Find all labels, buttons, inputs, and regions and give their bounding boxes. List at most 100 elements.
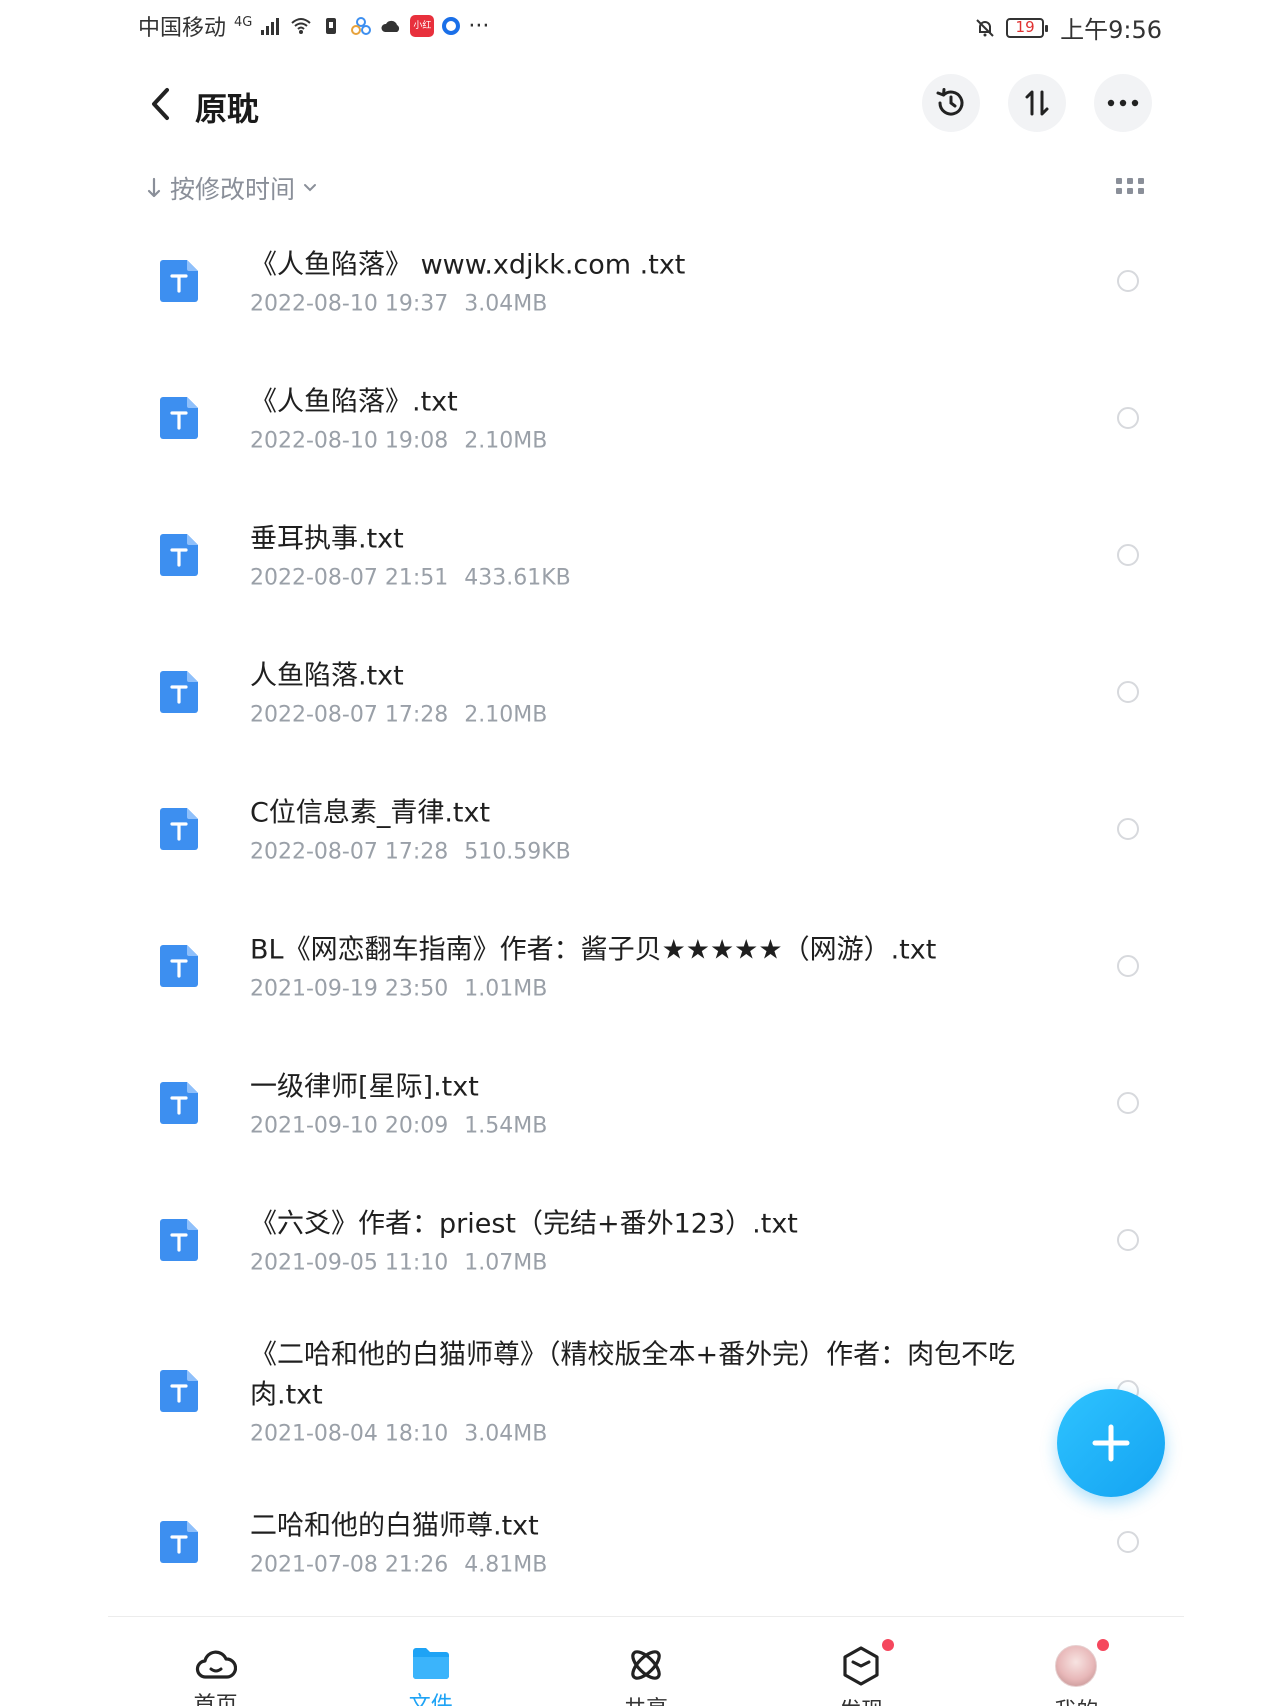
select-checkbox[interactable] xyxy=(1117,269,1139,292)
nav-share[interactable]: 共享 xyxy=(538,1617,753,1706)
file-row[interactable]: 人鱼陷落.txt 2022-08-07 17:28 2.10MB xyxy=(0,623,1280,760)
file-date: 2021-09-10 20:09 xyxy=(250,1113,449,1138)
txt-file-icon xyxy=(160,1081,198,1124)
file-name: 人鱼陷落.txt xyxy=(250,660,404,691)
select-checkbox[interactable] xyxy=(1117,954,1139,977)
plus-icon xyxy=(1092,1424,1130,1462)
page-title: 原耽 xyxy=(195,90,260,128)
status-right: 19 上午9:56 xyxy=(974,10,1162,45)
more-notifications: ··· xyxy=(468,13,490,39)
file-row[interactable]: C位信息素_青律.txt 2022-08-07 17:28 510.59KB xyxy=(0,760,1280,897)
file-meta: 2021-09-10 20:09 1.54MB xyxy=(250,1113,1080,1138)
file-row[interactable]: 二哈和他的白猫师尊.txt 2021-07-08 21:26 4.81MB xyxy=(0,1473,1280,1610)
select-checkbox[interactable] xyxy=(1117,543,1139,566)
file-text: 《六爻》作者：priest（完结+番外123）.txt 2021-09-05 1… xyxy=(250,1204,1080,1275)
file-text: BL《网恋翻车指南》作者：酱子贝★★★★★（网游）.txt 2021-09-19… xyxy=(250,930,1080,1001)
grid-cell xyxy=(1127,178,1133,184)
txt-file-icon xyxy=(160,807,198,850)
file-date: 2021-09-05 11:10 xyxy=(250,1250,449,1275)
grid-cell xyxy=(1138,178,1144,184)
file-row[interactable]: BL《网恋翻车指南》作者：酱子贝★★★★★（网游）.txt 2021-09-19… xyxy=(0,897,1280,1034)
grid-cell xyxy=(1116,188,1122,194)
file-date: 2022-08-07 17:28 xyxy=(250,839,449,864)
more-button[interactable] xyxy=(1094,74,1152,132)
file-size: 1.54MB xyxy=(464,1113,548,1138)
file-size: 2.10MB xyxy=(464,702,548,727)
file-meta: 2021-09-05 11:10 1.07MB xyxy=(250,1250,1080,1275)
grid-view-toggle[interactable] xyxy=(1116,174,1144,198)
file-size: 2.10MB xyxy=(464,428,548,453)
app-badge-icon: 小红书 xyxy=(410,15,435,53)
file-date: 2022-08-10 19:37 xyxy=(250,291,449,316)
file-size: 3.04MB xyxy=(464,1421,548,1446)
discover-icon xyxy=(840,1645,882,1687)
file-text: 人鱼陷落.txt 2022-08-07 17:28 2.10MB xyxy=(250,656,1080,727)
history-icon xyxy=(936,88,964,116)
folder-icon xyxy=(410,1645,452,1681)
select-checkbox[interactable] xyxy=(1117,1091,1139,1114)
file-text: 《二哈和他的白猫师尊》（精校版全本+番外完）作者：肉包不吃肉.txt 2021-… xyxy=(250,1335,1080,1446)
file-meta: 2022-08-07 21:51 433.61KB xyxy=(250,565,1080,590)
file-name: 《人鱼陷落》 www.xdjkk.com .txt xyxy=(250,249,686,280)
file-meta: 2021-09-19 23:50 1.01MB xyxy=(250,976,1080,1001)
grid-cell xyxy=(1138,188,1144,194)
avatar xyxy=(1055,1645,1098,1687)
cloud-icon xyxy=(195,1645,237,1681)
txt-file-icon xyxy=(160,1520,198,1563)
nav-profile[interactable]: 我的 xyxy=(969,1617,1184,1706)
select-checkbox[interactable] xyxy=(1117,680,1139,703)
sim-icon xyxy=(326,18,337,34)
file-row[interactable]: 垂耳执事.txt 2022-08-07 21:51 433.61KB xyxy=(0,486,1280,623)
file-date: 2021-07-08 21:26 xyxy=(250,1552,449,1577)
file-row[interactable]: 《人鱼陷落》.txt 2022-08-10 19:08 2.10MB xyxy=(0,349,1280,486)
file-name: 二哈和他的白猫师尊.txt xyxy=(250,1510,539,1541)
file-name: 《人鱼陷落》.txt xyxy=(250,386,458,417)
nav-discover[interactable]: 发现 xyxy=(754,1617,969,1706)
chevron-down-icon xyxy=(304,184,317,192)
file-name: 一级律师[星际].txt xyxy=(250,1071,479,1102)
file-text: 一级律师[星际].txt 2021-09-10 20:09 1.54MB xyxy=(250,1067,1080,1138)
clock: 上午9:56 xyxy=(1060,16,1162,44)
notification-dot xyxy=(1096,1639,1109,1651)
select-checkbox[interactable] xyxy=(1117,406,1139,429)
txt-file-icon xyxy=(160,396,198,439)
file-size: 4.81MB xyxy=(464,1552,548,1577)
carrier-name: 中国移动 xyxy=(138,16,227,41)
grid-cell xyxy=(1127,188,1133,194)
sort-arrows-icon xyxy=(1025,90,1049,116)
file-row[interactable]: 《六爻》作者：priest（完结+番外123）.txt 2021-09-05 1… xyxy=(0,1171,1280,1308)
nav-files[interactable]: 文件 xyxy=(323,1617,538,1706)
file-date: 2022-08-10 19:08 xyxy=(250,428,449,453)
select-checkbox[interactable] xyxy=(1117,1530,1139,1553)
file-row[interactable]: 《人鱼陷落》 www.xdjkk.com .txt 2022-08-10 19:… xyxy=(0,212,1280,349)
txt-file-icon xyxy=(160,944,198,987)
txt-file-icon xyxy=(160,670,198,713)
back-button[interactable] xyxy=(140,82,180,126)
file-name: 《六爻》作者：priest（完结+番外123）.txt xyxy=(250,1208,798,1239)
file-row[interactable]: 一级律师[星际].txt 2021-09-10 20:09 1.54MB xyxy=(0,1034,1280,1171)
file-meta: 2022-08-07 17:28 2.10MB xyxy=(250,702,1080,727)
nav-home[interactable]: 首页 xyxy=(108,1617,323,1706)
app-notify-icon xyxy=(351,17,372,35)
file-meta: 2022-08-10 19:37 3.04MB xyxy=(250,291,1080,316)
file-size: 433.61KB xyxy=(464,565,571,590)
select-checkbox[interactable] xyxy=(1117,1228,1139,1251)
chevron-left-icon xyxy=(152,88,169,120)
sort-dropdown[interactable]: 按修改时间 xyxy=(146,170,317,206)
add-button[interactable] xyxy=(1057,1389,1165,1497)
sort-label: 按修改时间 xyxy=(170,175,296,204)
header: 原耽 xyxy=(0,62,1280,146)
txt-file-icon xyxy=(160,259,198,302)
mute-bell-icon xyxy=(976,18,994,37)
history-button[interactable] xyxy=(922,74,980,132)
file-date: 2021-09-19 23:50 xyxy=(250,976,449,1001)
file-name: 《二哈和他的白猫师尊》（精校版全本+番外完）作者：肉包不吃肉.txt xyxy=(250,1339,1016,1410)
txt-file-icon xyxy=(160,533,198,576)
select-checkbox[interactable] xyxy=(1117,817,1139,840)
notify-dot-icon xyxy=(442,17,461,35)
file-text: 《人鱼陷落》.txt 2022-08-10 19:08 2.10MB xyxy=(250,382,1080,453)
file-name: BL《网恋翻车指南》作者：酱子贝★★★★★（网游）.txt xyxy=(250,934,937,965)
grid-cell xyxy=(1116,178,1122,184)
sort-button[interactable] xyxy=(1008,74,1066,132)
notification-dot xyxy=(881,1639,894,1651)
